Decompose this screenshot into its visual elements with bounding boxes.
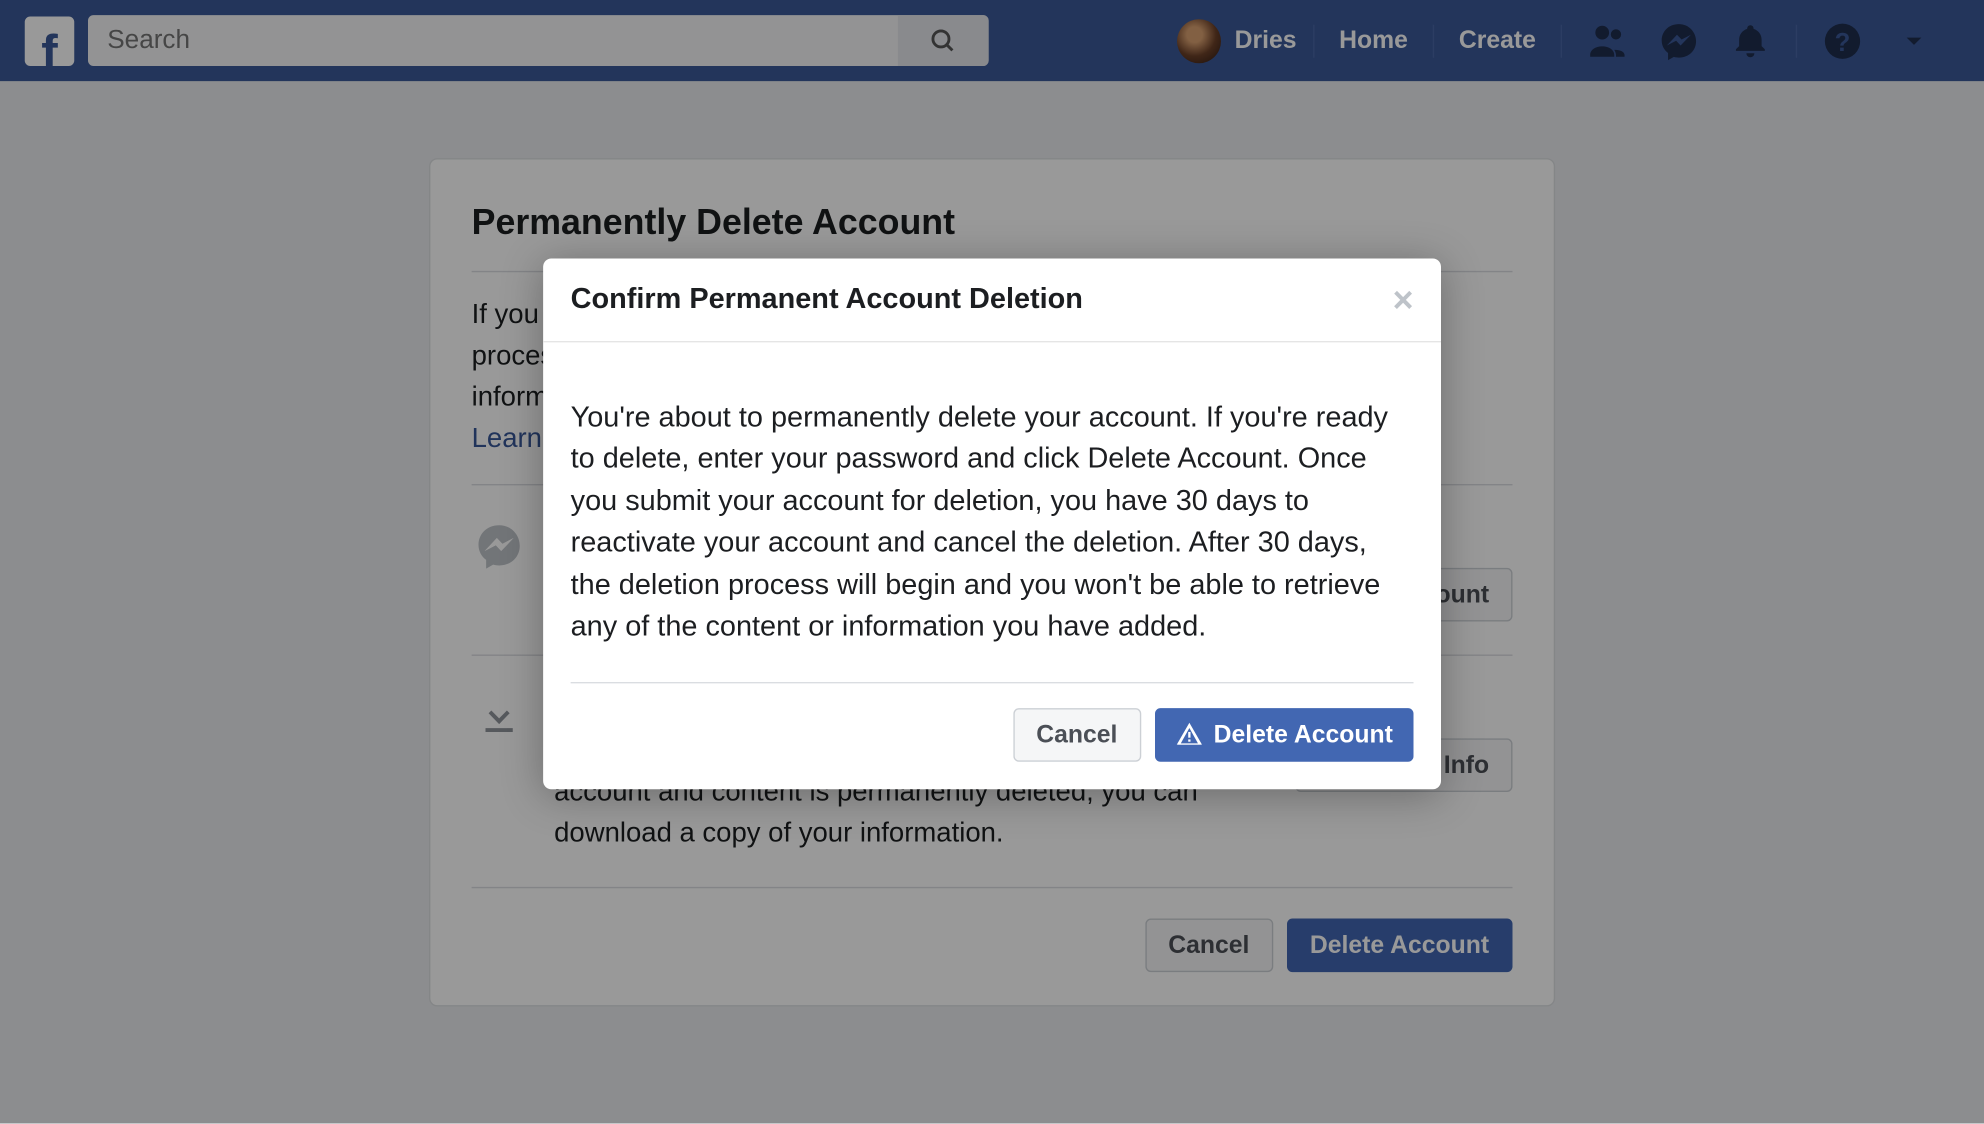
modal-title: Confirm Permanent Account Deletion — [571, 283, 1083, 316]
modal-body: You're about to permanently delete your … — [543, 342, 1441, 681]
modal-footer: Cancel Delete Account — [571, 681, 1414, 761]
modal-cancel-button[interactable]: Cancel — [1013, 708, 1141, 762]
modal-header: Confirm Permanent Account Deletion × — [543, 259, 1441, 343]
modal-delete-account-button[interactable]: Delete Account — [1155, 708, 1414, 762]
close-icon[interactable]: × — [1393, 282, 1414, 318]
warning-icon — [1175, 721, 1203, 749]
confirm-deletion-modal: Confirm Permanent Account Deletion × You… — [543, 259, 1441, 789]
modal-delete-label: Delete Account — [1214, 720, 1393, 749]
modal-overlay: Confirm Permanent Account Deletion × You… — [0, 0, 1984, 1123]
